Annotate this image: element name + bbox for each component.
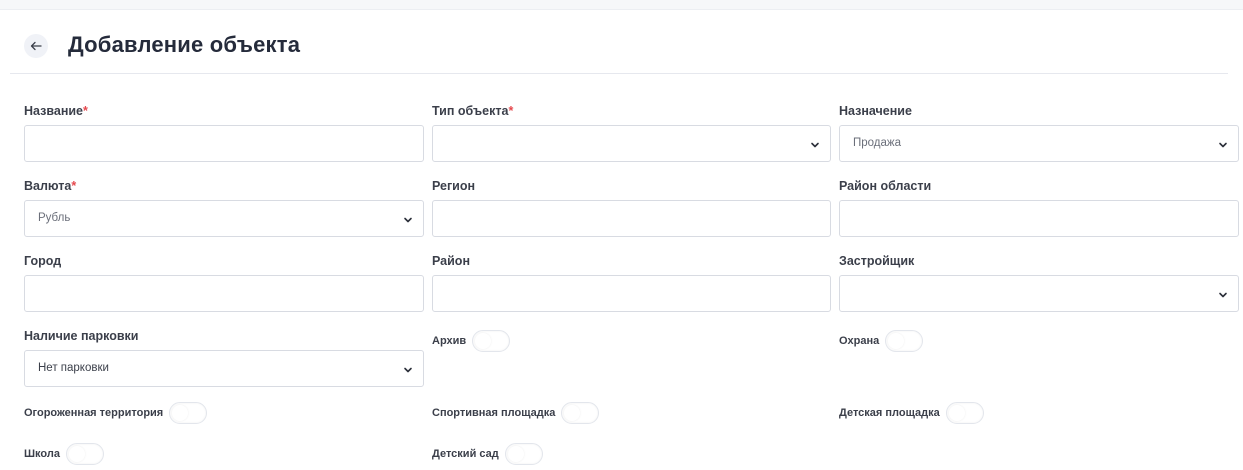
top-strip [0,0,1243,10]
sports-toggle-row: Спортивная площадка [432,402,600,424]
toggle-knob [68,446,85,462]
fenced-label: Огороженная территория [24,407,164,419]
fenced-toggle-row: Огороженная территория [24,402,208,424]
purpose-select[interactable]: Продажа [839,125,1239,162]
name-input[interactable] [24,125,424,162]
purpose-value: Продажа [853,137,901,149]
fenced-toggle[interactable] [169,402,208,424]
page-title: Добавление объекта [68,32,301,57]
archive-toggle[interactable] [472,330,511,352]
developer-label: Застройщик [839,254,915,268]
currency-value: Рубль [38,212,71,224]
sports-label: Спортивная площадка [432,407,556,419]
toggle-knob [888,333,905,349]
back-button[interactable] [24,34,48,58]
kindergarten-toggle[interactable] [504,443,543,465]
city-input[interactable] [24,275,424,312]
name-label: Название* [24,104,88,118]
parking-select[interactable]: Нет парковки [24,350,424,387]
toggle-knob [948,405,965,421]
region-input[interactable] [432,200,831,237]
district-input[interactable] [432,275,831,312]
toggle-knob [507,446,524,462]
city-label: Город [24,254,62,268]
security-toggle[interactable] [885,330,924,352]
area-district-label: Район области [839,179,932,193]
toggle-knob [564,405,581,421]
arrow-left-icon [30,41,42,51]
currency-label: Валюта* [24,179,77,193]
area-district-input[interactable] [839,200,1239,237]
sports-toggle[interactable] [561,402,600,424]
playground-toggle[interactable] [945,402,984,424]
school-label: Школа [24,448,60,460]
toggle-knob [475,333,492,349]
currency-select[interactable]: Рубль [24,200,424,237]
chevron-down-icon [404,217,412,223]
archive-toggle-row: Архив [432,330,511,352]
parking-label: Наличие парковки [24,329,139,343]
developer-select[interactable] [839,275,1239,312]
chevron-down-icon [404,367,412,373]
toggle-knob [172,405,189,421]
security-label: Охрана [839,335,880,347]
security-toggle-row: Охрана [839,330,924,352]
archive-label: Архив [432,335,467,347]
page-header: Добавление объекта [10,22,1228,74]
region-label: Регион [432,179,476,193]
kindergarten-label: Детский сад [432,448,499,460]
object-type-label: Тип объекта* [432,104,514,118]
kindergarten-toggle-row: Детский сад [432,443,543,465]
chevron-down-icon [1219,142,1227,148]
school-toggle[interactable] [65,443,104,465]
playground-label: Детская площадка [839,407,940,419]
form-card [10,10,1243,470]
playground-toggle-row: Детская площадка [839,402,984,424]
school-toggle-row: Школа [24,443,104,465]
chevron-down-icon [1219,292,1227,298]
district-label: Район [432,254,470,268]
parking-value: Нет парковки [38,362,109,374]
object-type-select[interactable] [432,125,831,162]
purpose-label: Назначение [839,104,912,118]
chevron-down-icon [811,142,819,148]
